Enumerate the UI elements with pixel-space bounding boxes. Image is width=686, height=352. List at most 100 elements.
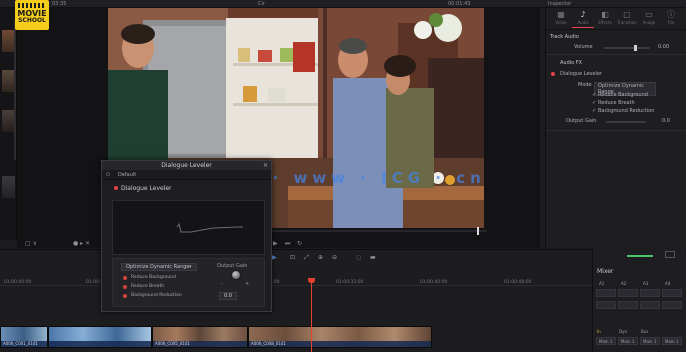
effects-icon: ◧ <box>601 10 609 19</box>
loop-button[interactable]: ↻ <box>297 240 302 247</box>
row-label: In <box>597 329 601 334</box>
power-icon[interactable]: ⏻ <box>106 172 110 178</box>
ruler-tick: 01:00:40:00 <box>420 280 448 285</box>
zoom-controls[interactable]: ● ▸ ✕ <box>73 240 90 247</box>
media-thumbnail[interactable] <box>2 176 15 198</box>
tab-video[interactable]: ▦ Video <box>550 10 572 28</box>
effects-slot[interactable] <box>596 301 616 309</box>
level-curve <box>176 222 243 233</box>
zoom-in-icon[interactable]: ⊕ <box>318 254 323 261</box>
input-slot[interactable] <box>596 289 616 297</box>
window-title[interactable]: Dialogue Leveler <box>102 161 271 170</box>
timeline-panel: ▶ ⊡ ⤢ ⊕ ⊖ ◌ ▬ 01:00:00:00 01:00:08:00 01… <box>0 249 592 352</box>
option-reduce-breath[interactable]: Reduce Breath <box>123 284 164 290</box>
bus-label: Main 1 <box>599 339 613 344</box>
timeline-clip[interactable]: A006_C008_0101 <box>248 326 432 348</box>
channel-label: A1 <box>599 281 605 286</box>
volume-value[interactable]: 0.00 <box>658 44 669 50</box>
effects-slot[interactable] <box>618 301 638 309</box>
option-label[interactable]: Background Reduction <box>598 108 654 114</box>
slider-handle[interactable] <box>634 45 637 51</box>
tab-label: File <box>667 20 675 25</box>
inspector-panel: ▦ Video ♪ Audio ◧ Effects ▢ Transition ▭ Imag… <box>545 8 686 248</box>
gain-row: Output Gain 0.0 <box>546 118 686 126</box>
option-label: Reduce Background <box>131 275 176 280</box>
chevron-down-icon: ▾ <box>189 264 192 270</box>
media-pool-strip <box>0 8 17 240</box>
gain-value[interactable]: 0.0 <box>662 118 670 124</box>
snap-icon[interactable]: ⊡ <box>290 254 295 261</box>
fit-icon[interactable]: ⤢ <box>304 254 309 261</box>
mode-dropdown[interactable]: Optimize Dynamic Range <box>121 263 197 271</box>
gain-knob[interactable] <box>231 270 241 280</box>
fx-header: Dialogue Leveler <box>102 184 271 193</box>
zoom-slider-icon[interactable]: ▬ <box>370 254 376 261</box>
timeline-ruler[interactable]: 01:00:00:00 01:00:08:00 01:00:16:00 01:0… <box>0 278 592 286</box>
scrollbar[interactable] <box>14 20 16 160</box>
volume-slider[interactable] <box>604 45 650 51</box>
playhead[interactable] <box>308 278 315 352</box>
tab-label: Transition <box>617 20 637 25</box>
option-label[interactable]: Reduce Breath <box>598 100 635 106</box>
gain-label: Output Gain <box>566 118 597 124</box>
timeline-clip[interactable]: A006_C001_0101 <box>0 326 48 348</box>
transition-icon: ▢ <box>623 10 631 19</box>
image-icon: ▭ <box>645 10 653 19</box>
option-reduce-background[interactable]: Reduce Background <box>123 275 176 281</box>
preset-dropdown[interactable]: Default <box>118 172 136 178</box>
playhead-handle[interactable] <box>308 278 315 283</box>
bus-slot[interactable]: Main 1 <box>640 337 660 345</box>
audio-icon: ♪ <box>580 10 586 19</box>
input-slot[interactable] <box>662 289 682 297</box>
volume-label: Volume <box>574 44 593 50</box>
viewer-title: Cir <box>258 1 265 7</box>
bus-slot[interactable]: Main 1 <box>596 337 616 345</box>
dialogue-leveler-window[interactable]: Dialogue Leveler ✕ ⏻ Default Dialogue Le… <box>101 160 272 312</box>
knob-min-label: - <box>221 281 223 287</box>
option-background-reduction[interactable]: Background Reduction <box>123 293 182 299</box>
effects-slot[interactable] <box>640 301 660 309</box>
knob-max-label: + <box>245 281 250 287</box>
option-label[interactable]: Reduce Background <box>598 92 648 98</box>
clip-name: A006_C001_0101 <box>3 341 38 346</box>
preset-toolbar: ⏻ Default <box>102 170 271 180</box>
tab-transition[interactable]: ▢ Transition <box>616 10 638 28</box>
radio-icon <box>123 294 127 298</box>
radio-icon <box>123 285 127 289</box>
tab-label: Audio <box>577 20 589 25</box>
clip-name: A006_C005_0101 <box>155 341 190 346</box>
input-slot[interactable] <box>640 289 660 297</box>
tab-effects[interactable]: ◧ Effects <box>594 10 616 28</box>
timeline-clip[interactable]: A006_C005_0101 <box>152 326 248 348</box>
marker-icon[interactable]: ◌ <box>356 254 361 261</box>
level-graph <box>112 200 265 255</box>
bus-slot[interactable]: Main 1 <box>662 337 682 345</box>
tab-image[interactable]: ▭ Image <box>638 10 660 28</box>
audio-video-track: A006_C001_0101 A006_C005_0101 A006_C008_… <box>0 326 432 348</box>
selection-tool-icon[interactable]: ▶ <box>272 254 277 261</box>
gain-value-field[interactable]: 0.0 <box>219 292 237 300</box>
fx-name: Dialogue Leveler <box>560 71 603 77</box>
skip-forward-button[interactable]: ⏭ <box>285 240 290 248</box>
scrub-handle[interactable] <box>477 227 479 235</box>
close-icon[interactable]: ✕ <box>263 162 268 169</box>
bus-slot[interactable]: Main 1 <box>618 337 638 345</box>
meter-icon[interactable] <box>665 251 675 258</box>
effects-slot[interactable] <box>662 301 682 309</box>
play-button[interactable]: ▶ <box>273 240 278 247</box>
input-slot[interactable] <box>618 289 638 297</box>
tab-file[interactable]: ⓘ File <box>660 10 682 28</box>
movie-school-logo: MOVIE SCHOOL <box>15 0 49 30</box>
audio-mixer-panel: Mixer A1 A2 A3 A4 In Dyn Bus Main 1 Main… <box>592 249 686 352</box>
zoom-out-icon[interactable]: ⊖ <box>332 254 337 261</box>
leveler-controls: Optimize Dynamic Range ▾ Reduce Backgrou… <box>112 258 265 307</box>
timeline-clip[interactable] <box>48 326 152 348</box>
mode-label: Mode <box>578 82 592 88</box>
fx-enable-toggle[interactable] <box>551 72 555 76</box>
inspector-title: Inspector <box>548 1 572 7</box>
fx-enable-toggle[interactable] <box>114 186 118 190</box>
left-title: 03:35 <box>52 1 67 7</box>
gain-slider[interactable] <box>606 121 646 123</box>
viewer-options-button[interactable]: ▢ ∨ <box>25 240 37 247</box>
tab-audio[interactable]: ♪ Audio <box>572 10 594 28</box>
